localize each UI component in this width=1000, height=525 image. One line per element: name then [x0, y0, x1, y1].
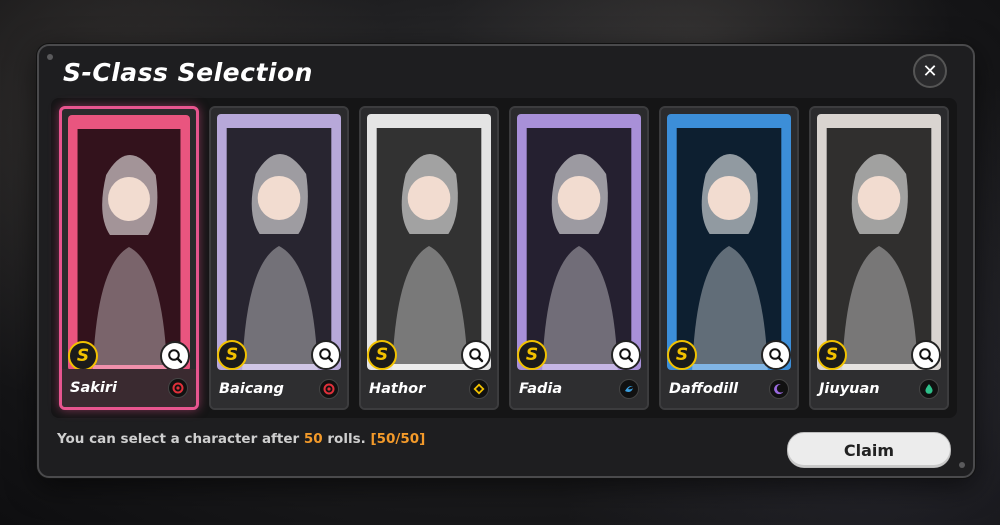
inspect-button[interactable]	[611, 340, 641, 370]
character-portrait	[517, 114, 641, 370]
inspect-button[interactable]	[160, 341, 190, 371]
character-name-bar: Daffodill	[661, 370, 797, 408]
character-card[interactable]: S Sakiri	[59, 106, 199, 410]
character-card[interactable]: S Jiuyuan	[809, 106, 949, 410]
character-name-bar: Fadia	[511, 370, 647, 408]
character-name: Sakiri	[70, 380, 117, 396]
rank-label: S	[225, 345, 239, 365]
requirement-suffix: rolls.	[322, 431, 371, 447]
character-name-bar: Jiuyuan	[811, 370, 947, 408]
requirement-prefix: You can select a character after	[57, 431, 304, 447]
character-name-bar: Hathor	[361, 370, 497, 408]
magnifier-icon	[168, 349, 183, 364]
s-rank-icon: S	[517, 340, 547, 370]
s-rank-icon: S	[367, 340, 397, 370]
character-list: S Sakiri S Baicang S Hathor S Fadia S Daffodill S J…	[51, 98, 957, 418]
inspect-button[interactable]	[461, 340, 491, 370]
character-card[interactable]: S Hathor	[359, 106, 499, 410]
rank-label: S	[375, 345, 389, 365]
blue-swirl-icon	[619, 379, 639, 399]
s-rank-icon: S	[217, 340, 247, 370]
inspect-button[interactable]	[911, 340, 941, 370]
character-portrait	[667, 114, 791, 370]
character-portrait	[68, 115, 190, 371]
inspect-button[interactable]	[761, 340, 791, 370]
s-rank-icon: S	[667, 340, 697, 370]
magnifier-icon	[319, 348, 334, 363]
character-name: Daffodill	[669, 381, 739, 397]
character-name: Fadia	[519, 381, 563, 397]
crimson-target-icon	[319, 379, 339, 399]
character-portrait	[817, 114, 941, 370]
character-portrait	[217, 114, 341, 370]
magnifier-icon	[769, 348, 784, 363]
magnifier-icon	[619, 348, 634, 363]
dialog-title: S-Class Selection	[63, 58, 313, 87]
rank-label: S	[825, 345, 839, 365]
character-card[interactable]: S Fadia	[509, 106, 649, 410]
s-rank-icon: S	[68, 341, 98, 371]
magnifier-icon	[469, 348, 484, 363]
character-name-bar: Sakiri	[62, 369, 196, 407]
character-name: Baicang	[219, 381, 284, 397]
character-portrait	[367, 114, 491, 370]
character-name-bar: Baicang	[211, 370, 347, 408]
required-rolls: 50	[303, 431, 323, 447]
character-name: Jiuyuan	[819, 381, 880, 397]
close-button[interactable]: ✕	[913, 54, 947, 88]
magnifier-icon	[919, 348, 934, 363]
rank-label: S	[675, 345, 689, 365]
crimson-target-icon	[168, 378, 188, 398]
character-name: Hathor	[369, 381, 426, 397]
character-card[interactable]: S Baicang	[209, 106, 349, 410]
inspect-button[interactable]	[311, 340, 341, 370]
character-card[interactable]: S Daffodill	[659, 106, 799, 410]
close-icon: ✕	[922, 60, 938, 82]
roll-progress: [50/50]	[370, 431, 426, 447]
green-drop-icon	[919, 379, 939, 399]
claim-label: Claim	[843, 440, 895, 460]
violet-crescent-icon	[769, 379, 789, 399]
s-rank-icon: S	[817, 340, 847, 370]
selection-dialog: S-Class Selection ✕ S Sakiri S Baicang S Hath…	[37, 44, 975, 478]
rank-label: S	[76, 346, 90, 366]
claim-button[interactable]: Claim	[787, 432, 951, 468]
gold-diamond-icon	[469, 379, 489, 399]
roll-requirement-text: You can select a character after 50 roll…	[57, 431, 425, 447]
rank-label: S	[525, 345, 539, 365]
